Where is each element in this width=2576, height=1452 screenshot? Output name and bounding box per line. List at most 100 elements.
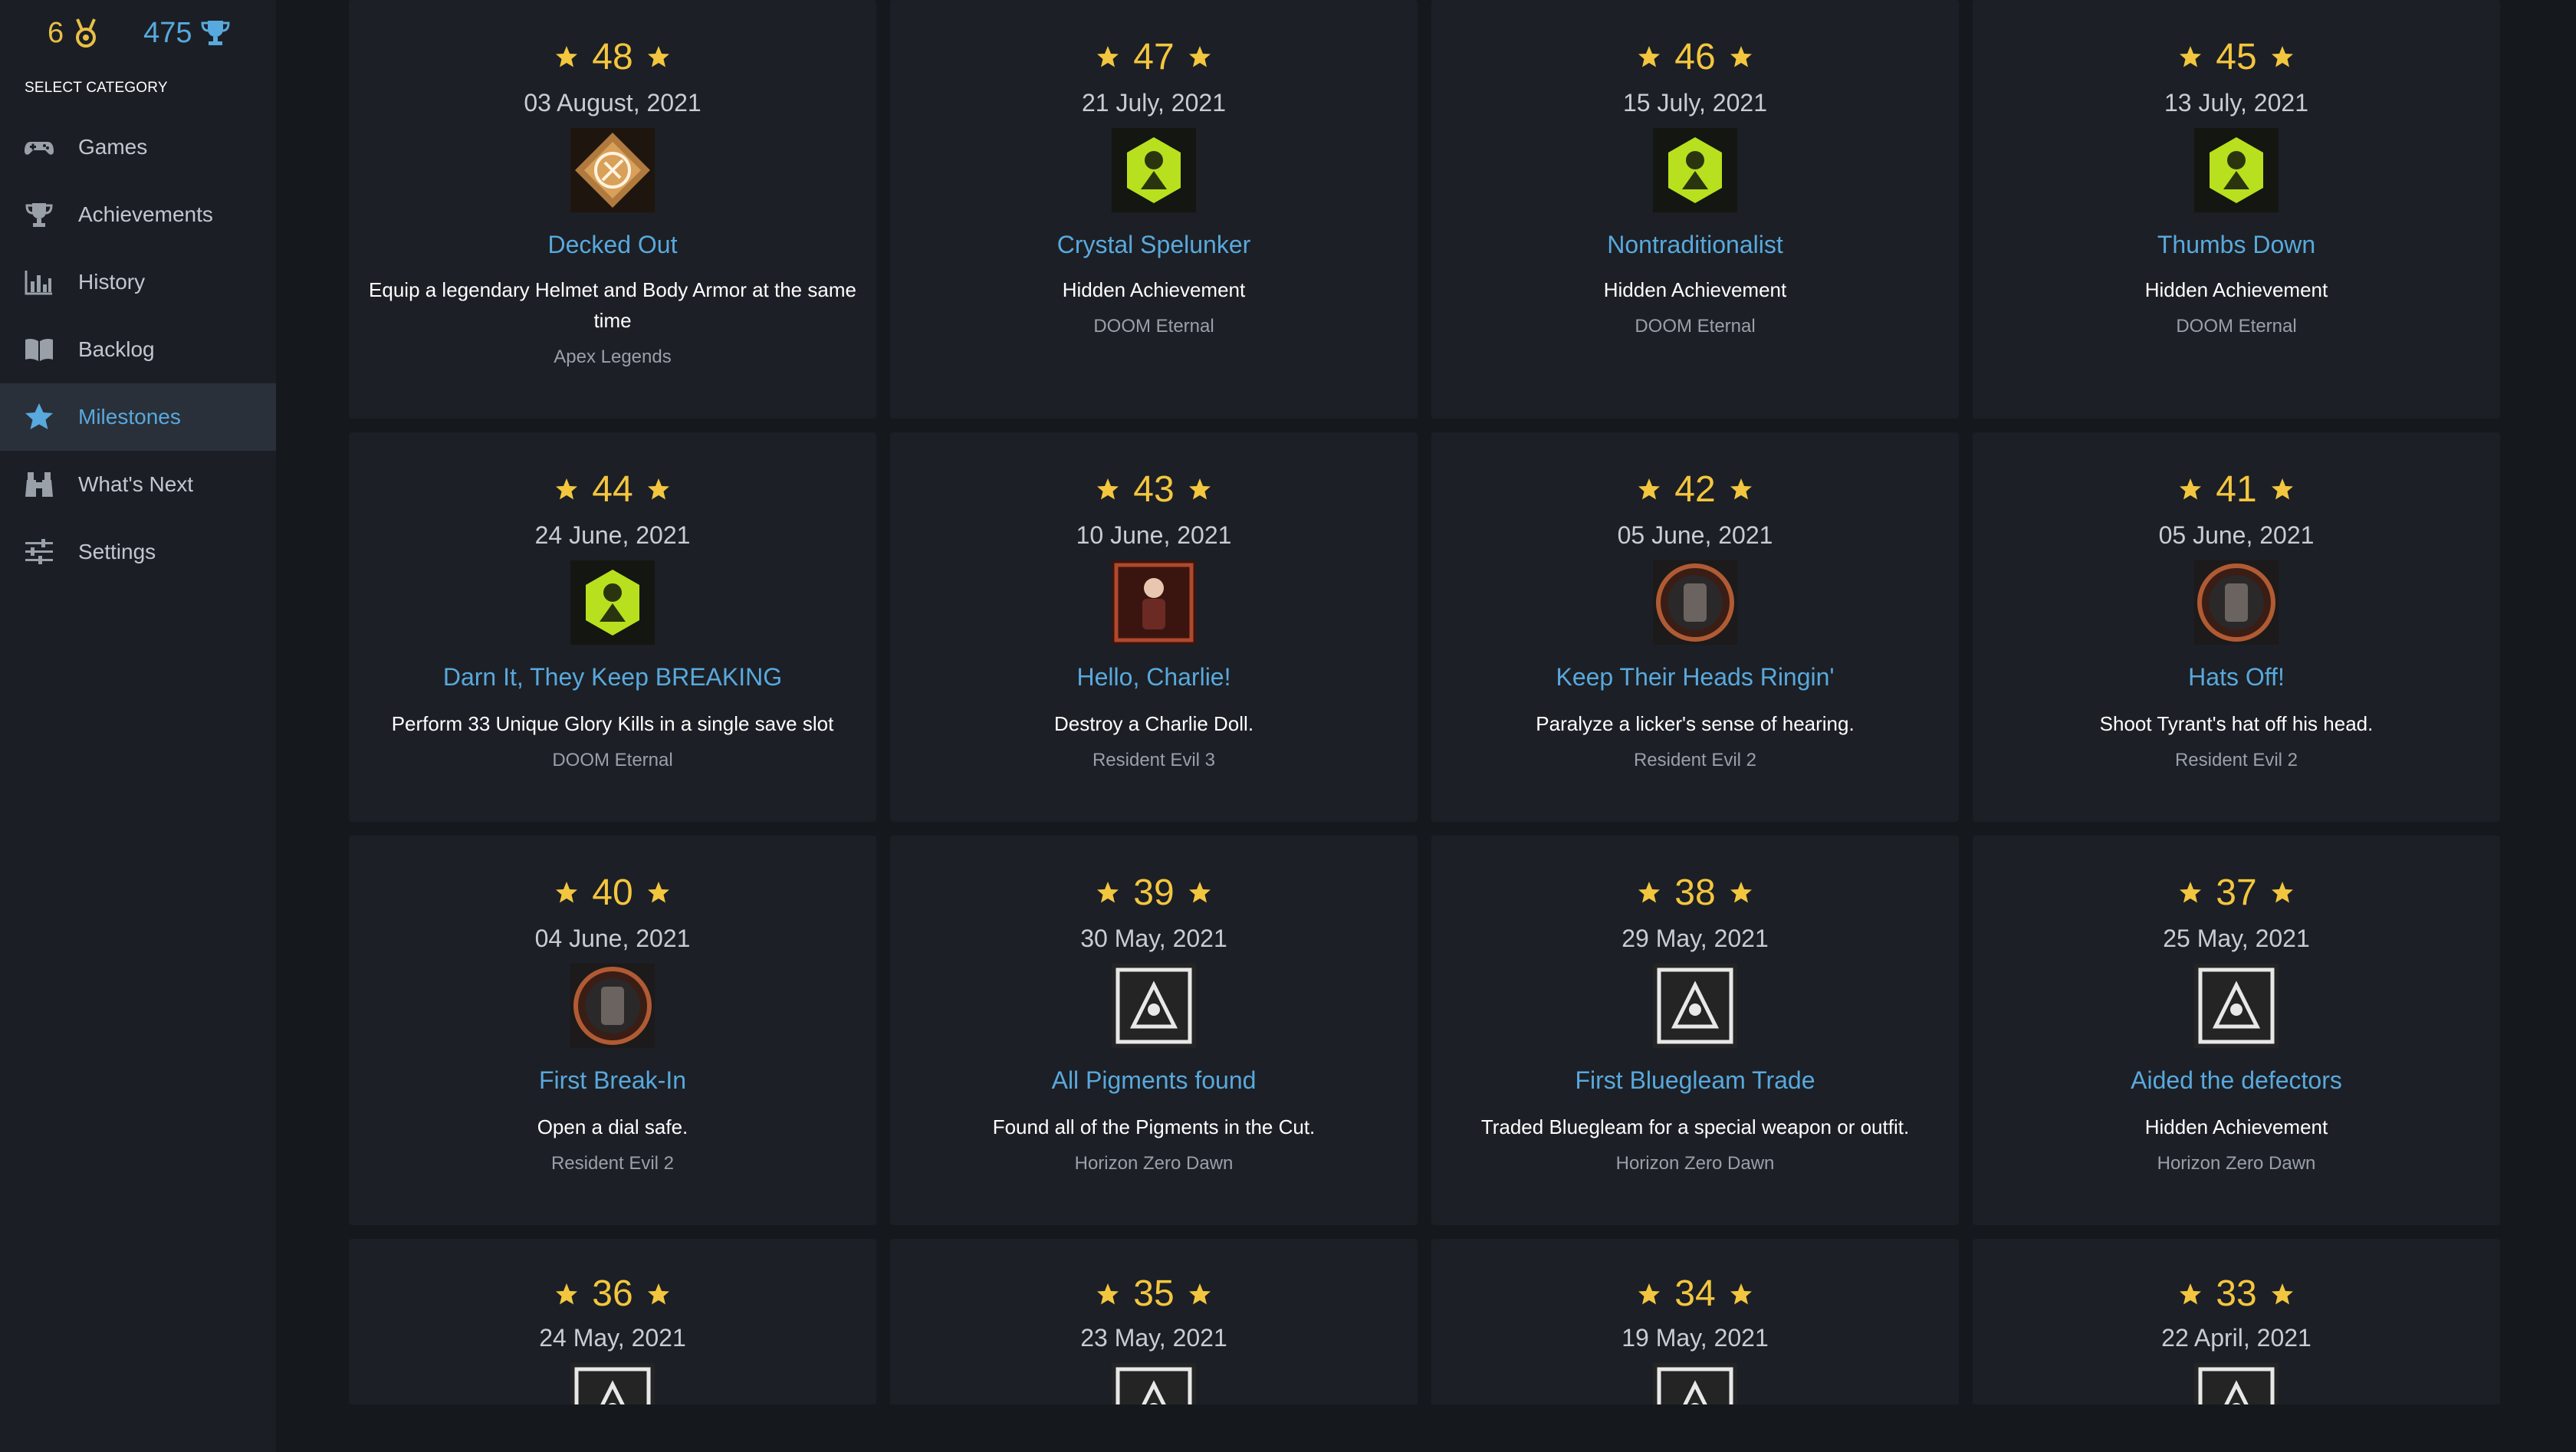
achievement-description: Hidden Achievement bbox=[1062, 278, 1246, 301]
milestone-number-row: 45 bbox=[2165, 34, 2307, 80]
milestone-card[interactable]: 47 21 July, 2021 Crystal Spelunker Hidden A… bbox=[890, 0, 1418, 419]
sidebar-item-achievements[interactable]: Achievements bbox=[0, 181, 276, 248]
achievement-name-link[interactable]: Thumbs Down bbox=[2157, 231, 2315, 259]
achievement-name-link[interactable]: Crystal Spelunker bbox=[1057, 231, 1251, 259]
star-icon bbox=[2257, 478, 2308, 501]
milestone-number: 44 bbox=[592, 468, 633, 510]
achievement-name-link[interactable]: Decked Out bbox=[548, 231, 678, 259]
star-icon bbox=[1083, 45, 1133, 68]
achievement-description: Paralyze a licker's sense of hearing. bbox=[1536, 712, 1855, 735]
star-icon bbox=[1175, 45, 1225, 68]
game-title: DOOM Eternal bbox=[2176, 316, 2297, 337]
achievement-name-link[interactable]: Hello, Charlie! bbox=[1077, 663, 1231, 692]
milestone-card[interactable]: 45 13 July, 2021 Thumbs Down Hidden Achieve… bbox=[1973, 0, 2500, 419]
milestone-card[interactable]: 46 15 July, 2021 Nontraditionalist Hidden A… bbox=[1431, 0, 1959, 419]
medal-icon bbox=[76, 18, 97, 48]
milestone-number: 43 bbox=[1133, 468, 1175, 510]
doom-badge-icon bbox=[1112, 128, 1196, 212]
milestone-card[interactable]: 38 29 May, 2021 First Bluegleam Trade Trade… bbox=[1431, 836, 1959, 1225]
milestone-card[interactable]: 42 05 June, 2021 Keep Their Heads Ringin' P… bbox=[1431, 432, 1959, 822]
achievement-description: Traded Bluegleam for a special weapon or… bbox=[1480, 1115, 1910, 1138]
achievement-name-link[interactable]: Aided the defectors bbox=[2131, 1066, 2342, 1095]
gamepad-icon bbox=[0, 113, 78, 181]
sidebar-item-label: Games bbox=[78, 135, 148, 159]
sidebar-item-label: What's Next bbox=[78, 472, 194, 496]
milestone-date: 10 June, 2021 bbox=[1076, 521, 1232, 549]
sidebar-item-games[interactable]: Games bbox=[0, 113, 276, 181]
achievement-name-link[interactable]: All Pigments found bbox=[1052, 1066, 1257, 1095]
milestone-number: 46 bbox=[1674, 36, 1716, 77]
re2-badge-icon bbox=[2194, 560, 2279, 645]
milestone-date: 19 May, 2021 bbox=[1622, 1324, 1769, 1352]
milestone-card[interactable]: 44 24 June, 2021 Darn It, They Keep BREAKI… bbox=[349, 432, 876, 822]
achievement-name-link[interactable]: First Break-In bbox=[539, 1066, 686, 1095]
re3-badge-icon bbox=[1112, 560, 1196, 645]
sidebar-item-settings[interactable]: Settings bbox=[0, 518, 276, 586]
sidebar-item-backlog[interactable]: Backlog bbox=[0, 316, 276, 383]
milestone-date: 29 May, 2021 bbox=[1622, 925, 1769, 952]
milestone-card[interactable]: 36 24 May, 2021 bbox=[349, 1239, 876, 1404]
milestone-number-row: 40 bbox=[541, 869, 683, 915]
milestone-number-row: 41 bbox=[2165, 466, 2307, 512]
achievement-description: Hidden Achievement bbox=[2144, 1115, 2328, 1138]
sidebar-item-whats-next[interactable]: What's Next bbox=[0, 451, 276, 518]
milestone-card[interactable]: 40 04 June, 2021 First Break-In Open a dial… bbox=[349, 836, 876, 1225]
milestone-card[interactable]: 43 10 June, 2021 Hello, Charlie! Destroy a … bbox=[890, 432, 1418, 822]
sidebar-item-milestones[interactable]: Milestones bbox=[0, 383, 276, 451]
star-icon bbox=[541, 881, 592, 904]
star-icon bbox=[2165, 478, 2216, 501]
star-icon bbox=[1083, 1283, 1133, 1306]
bar-chart-icon bbox=[0, 248, 78, 316]
star-icon bbox=[1716, 881, 1766, 904]
achievement-name-link[interactable]: Keep Their Heads Ringin' bbox=[1556, 663, 1834, 692]
milestone-card[interactable]: 35 23 May, 2021 bbox=[890, 1239, 1418, 1404]
achievement-description: Hidden Achievement bbox=[2144, 278, 2328, 301]
achievement-name-link[interactable]: Hats Off! bbox=[2188, 663, 2285, 692]
star-icon bbox=[1716, 478, 1766, 501]
milestone-card[interactable]: 33 22 April, 2021 bbox=[1973, 1239, 2500, 1404]
milestone-number: 45 bbox=[2216, 36, 2257, 77]
binoculars-icon bbox=[0, 451, 78, 518]
sidebar-item-history[interactable]: History bbox=[0, 248, 276, 316]
achievement-name-link[interactable]: Nontraditionalist bbox=[1607, 231, 1783, 259]
milestone-date: 05 June, 2021 bbox=[1617, 521, 1773, 549]
stats-bar: 6 475 bbox=[48, 14, 231, 52]
star-icon bbox=[1175, 478, 1225, 501]
horizon-badge-icon bbox=[570, 1363, 655, 1404]
milestone-number: 41 bbox=[2216, 468, 2257, 510]
achievement-description: Equip a legendary Helmet and Body Armor … bbox=[369, 278, 856, 332]
milestone-number: 33 bbox=[2216, 1273, 2257, 1314]
milestone-card[interactable]: 48 03 August, 2021 Decked Out Equip a legen… bbox=[349, 0, 876, 419]
milestone-date: 24 June, 2021 bbox=[534, 521, 691, 549]
achievement-name-link[interactable]: Darn It, They Keep BREAKING bbox=[443, 663, 782, 692]
doom-badge-icon bbox=[1653, 128, 1737, 212]
select-category-heading: SELECT CATEGORY bbox=[25, 80, 168, 96]
milestone-date: 15 July, 2021 bbox=[1623, 89, 1767, 117]
milestone-number-row: 44 bbox=[541, 466, 683, 512]
star-icon bbox=[633, 881, 684, 904]
milestone-date: 23 May, 2021 bbox=[1080, 1324, 1227, 1352]
milestones-grid-area: 48 03 August, 2021 Decked Out Equip a legen… bbox=[349, 0, 2503, 1404]
milestone-date: 21 July, 2021 bbox=[1082, 89, 1226, 117]
milestone-card[interactable]: 37 25 May, 2021 Aided the defectors Hidden … bbox=[1973, 836, 2500, 1225]
horizon-badge-icon bbox=[2194, 964, 2279, 1048]
sidebar-item-label: Achievements bbox=[78, 202, 213, 226]
milestone-number-row: 48 bbox=[541, 34, 683, 80]
re2-badge-icon bbox=[1653, 560, 1737, 645]
milestone-date: 22 April, 2021 bbox=[2161, 1324, 2312, 1352]
achievement-description: Hidden Achievement bbox=[1603, 278, 1787, 301]
milestone-card[interactable]: 34 19 May, 2021 bbox=[1431, 1239, 1959, 1404]
game-title: Horizon Zero Dawn bbox=[1074, 1153, 1234, 1174]
achievement-name-link[interactable]: First Bluegleam Trade bbox=[1575, 1066, 1815, 1095]
milestones-grid: 48 03 August, 2021 Decked Out Equip a legen… bbox=[349, 0, 2503, 1404]
milestone-card[interactable]: 41 05 June, 2021 Hats Off! Shoot Tyrant's h… bbox=[1973, 432, 2500, 822]
horizon-badge-icon bbox=[2194, 1363, 2279, 1404]
milestone-card[interactable]: 39 30 May, 2021 All Pigments found Found al… bbox=[890, 836, 1418, 1225]
apex-badge-icon bbox=[570, 128, 655, 212]
milestone-number-row: 47 bbox=[1083, 34, 1224, 80]
milestone-date: 30 May, 2021 bbox=[1080, 925, 1227, 952]
horizon-badge-icon bbox=[1653, 1363, 1737, 1404]
milestone-number: 34 bbox=[1674, 1273, 1716, 1314]
doom-badge-icon bbox=[570, 560, 655, 645]
milestone-number: 36 bbox=[592, 1273, 633, 1314]
